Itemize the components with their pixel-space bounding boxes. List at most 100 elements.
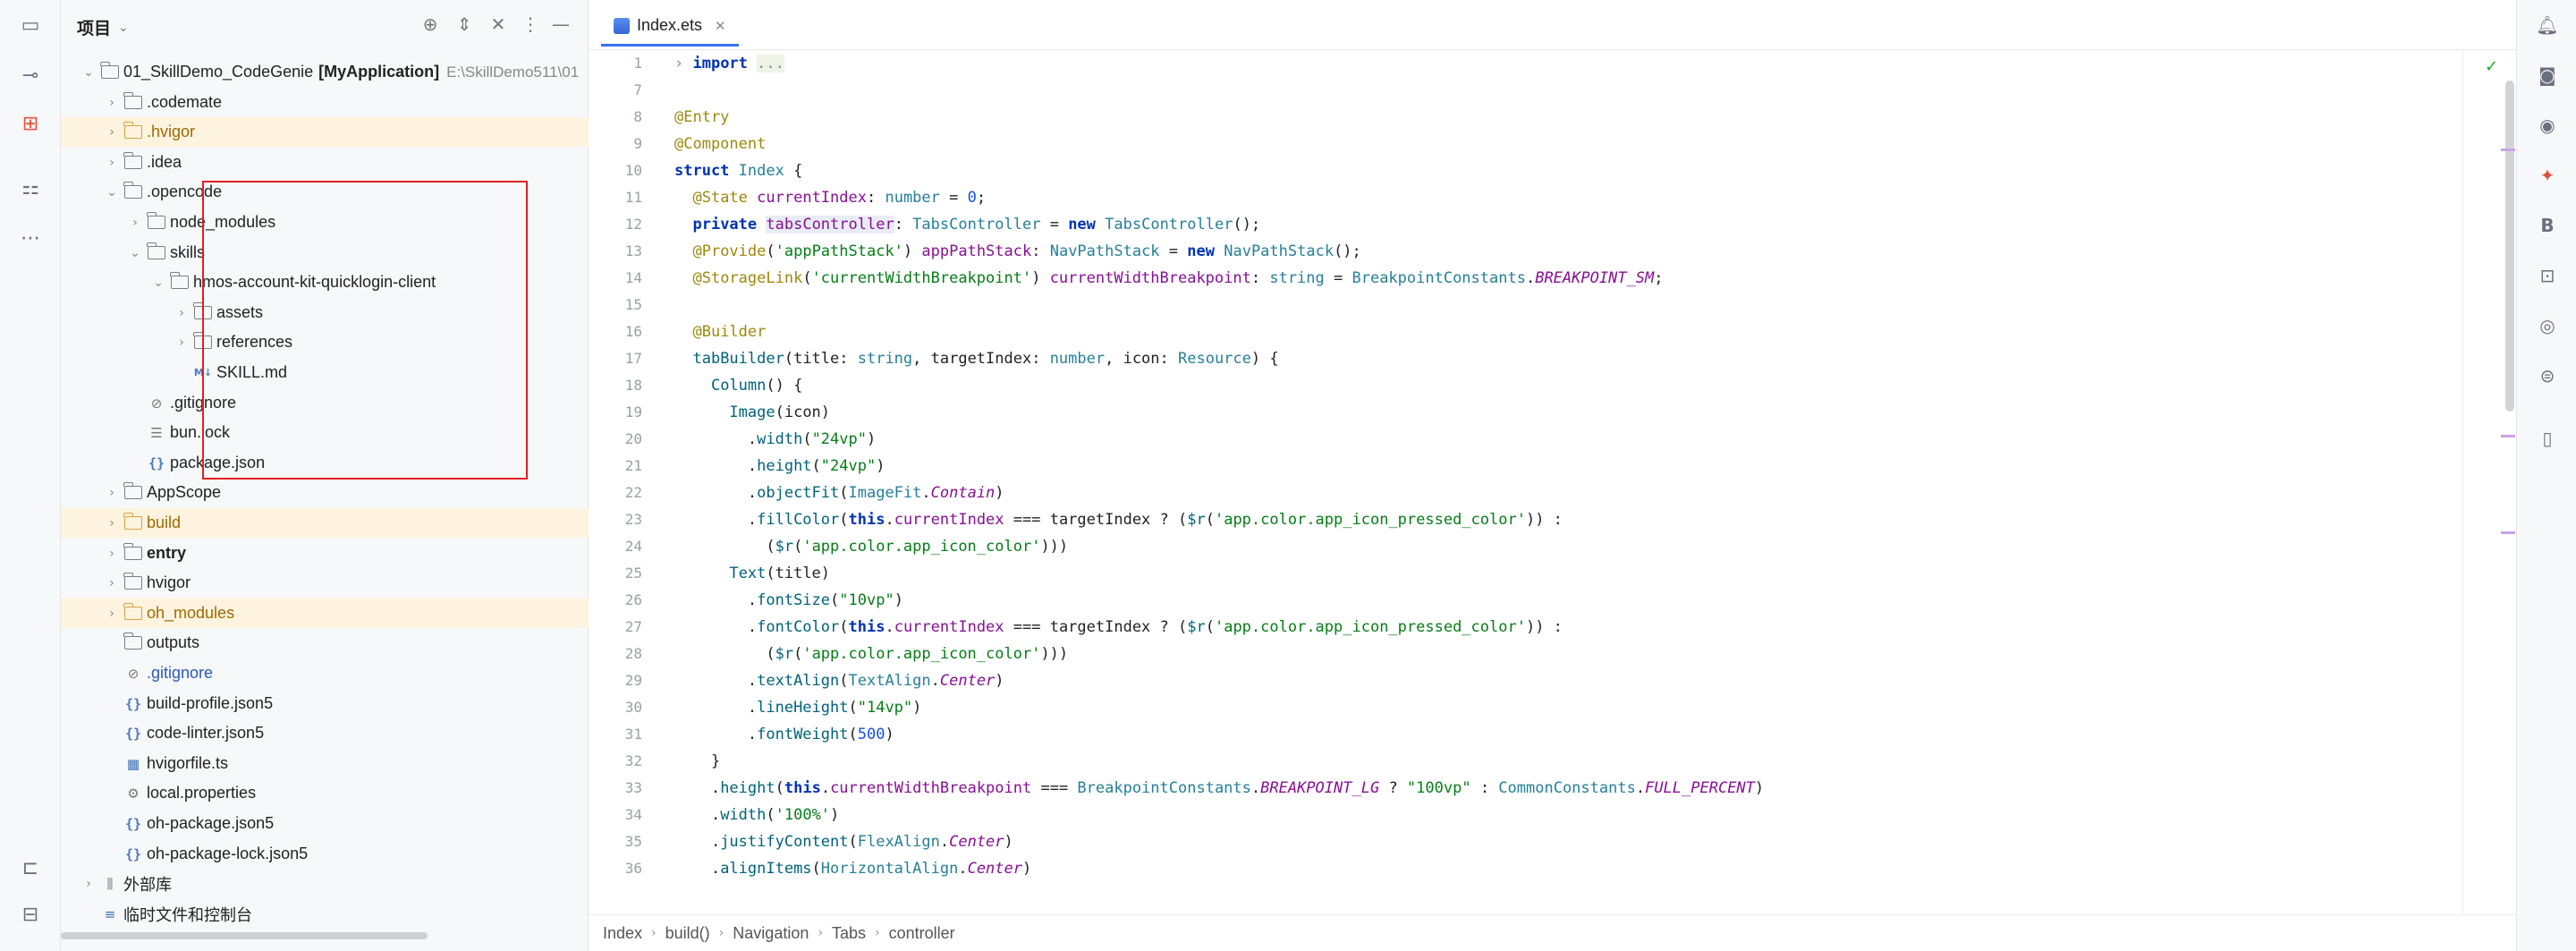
breadcrumb-item[interactable]: Tabs	[832, 924, 866, 943]
horizontal-scrollbar[interactable]	[61, 932, 428, 939]
chevron-right-icon[interactable]: ›	[174, 335, 190, 350]
breadcrumb-item[interactable]: build()	[665, 924, 710, 943]
device-icon[interactable]: ⊡	[2535, 263, 2560, 288]
chevron-right-icon[interactable]: ›	[104, 486, 120, 500]
tree-item[interactable]: › oh_modules	[61, 599, 589, 628]
line-number: 27	[624, 618, 642, 635]
chevron-down-icon[interactable]: ⌄	[150, 276, 166, 290]
tree-item[interactable]: ≡ 临时文件和控制台	[61, 899, 589, 929]
codegenie-icon[interactable]: ◙	[2535, 63, 2560, 88]
line-number: 29	[624, 672, 642, 689]
options-icon[interactable]: ⋮	[519, 13, 542, 36]
tree-item[interactable]: › AppScope	[61, 478, 589, 507]
emulator-icon[interactable]: ⊜	[2535, 363, 2560, 388]
hide-icon[interactable]: —	[549, 13, 572, 36]
line-number: 20	[624, 430, 642, 447]
folder-icon	[123, 152, 143, 171]
tree-item-label: oh-package-lock.json5	[147, 845, 309, 862]
tree-item[interactable]: outputs	[61, 628, 589, 658]
tree-item[interactable]: ⚙ local.properties	[61, 778, 589, 808]
tree-item[interactable]: ⌄ skills	[61, 238, 589, 267]
tree-item-label: .gitignore	[170, 394, 237, 412]
chevron-down-icon[interactable]: ⌄	[104, 185, 120, 200]
line-number: 35	[624, 833, 642, 850]
tree-item[interactable]: M↓ SKILL.md	[61, 358, 589, 387]
tree-item[interactable]: › .hvigor	[61, 117, 589, 147]
line-number: 13	[624, 242, 642, 259]
chevron-right-icon[interactable]: ›	[104, 547, 120, 561]
check-icon[interactable]: ✓	[2485, 57, 2498, 76]
close-icon[interactable]: ✕	[715, 18, 726, 34]
collapse-icon[interactable]: ✕	[487, 13, 510, 36]
tree-item-label: .codemate	[147, 93, 223, 111]
tree-item[interactable]: ⊘ .gitignore	[61, 388, 589, 418]
chevron-right-icon[interactable]: ›	[104, 607, 120, 621]
ai-icon[interactable]: ✦	[2535, 163, 2560, 188]
scroll-marker	[2501, 435, 2515, 437]
project-view-selector[interactable]: 项目 ⌄	[77, 15, 129, 39]
line-number: 30	[624, 699, 642, 716]
target-icon[interactable]: ⊕	[419, 13, 442, 36]
bold-b-icon[interactable]: B	[2535, 213, 2560, 238]
expand-icon[interactable]: ⇕	[453, 13, 476, 36]
folder-icon	[123, 633, 143, 651]
tree-item[interactable]: ⌄ 01_SkillDemo_CodeGenie [MyApplication] E:…	[61, 57, 589, 87]
folder-icon	[147, 212, 166, 231]
chevron-right-icon[interactable]: ›	[127, 216, 143, 230]
tab-label: Index.ets	[637, 16, 703, 34]
tree-item[interactable]: {} package.json	[61, 448, 589, 478]
chevron-right-icon[interactable]: ›	[174, 306, 190, 320]
layers-icon[interactable]: ⊟	[18, 902, 43, 927]
breadcrumb-item[interactable]: controller	[889, 924, 955, 943]
structure-icon[interactable]: ⊞	[18, 111, 43, 136]
tree-item[interactable]: {} build-profile.json5	[61, 689, 589, 718]
preview-icon[interactable]: ◉	[2535, 113, 2560, 138]
breadcrumb-separator: ›	[875, 926, 880, 940]
tree-item[interactable]: › hvigor	[61, 568, 589, 598]
breadcrumb: Index › build() › Navigation › Tabs › controller	[589, 914, 2516, 951]
notifications-icon[interactable]: 🔔︎	[2535, 13, 2560, 38]
tree-item-label: .idea	[147, 153, 182, 171]
tree-item[interactable]: › ⫼ 外部库	[61, 869, 589, 898]
tree-item[interactable]: › entry	[61, 539, 589, 568]
vertical-scrollbar[interactable]	[2505, 81, 2514, 412]
chevron-right-icon[interactable]: ›	[104, 96, 120, 110]
tree-item[interactable]: › references	[61, 327, 589, 357]
tree-item[interactable]: › assets	[61, 298, 589, 327]
tree-item[interactable]: ▦ hvigorfile.ts	[61, 749, 589, 778]
chevron-down-icon[interactable]: ⌄	[127, 246, 143, 260]
line-number: 23	[624, 511, 642, 528]
tree-item[interactable]: {} code-linter.json5	[61, 718, 589, 748]
breadcrumb-item[interactable]: Index	[603, 924, 642, 943]
chevron-right-icon[interactable]: ›	[104, 125, 120, 140]
run-icon[interactable]: ⊏	[18, 855, 43, 880]
tree-item-label: .opencode	[147, 183, 223, 200]
more-icon[interactable]: ⋯	[18, 225, 43, 250]
tree-item[interactable]: › .idea	[61, 148, 589, 177]
breadcrumb-item[interactable]: Navigation	[733, 924, 809, 943]
tree-item[interactable]: ⌄ hmos-account-kit-quicklogin-client	[61, 267, 589, 297]
chevron-right-icon[interactable]: ›	[104, 516, 120, 531]
tree-item[interactable]: {} oh-package.json5	[61, 809, 589, 838]
tab-index-ets[interactable]: Index.ets ✕	[601, 7, 739, 47]
scratches-icon: ≡	[104, 905, 116, 922]
chevron-right-icon[interactable]: ›	[104, 576, 120, 590]
bookmarks-icon[interactable]: ⚏	[18, 175, 43, 200]
folder-icon[interactable]: ▭	[18, 13, 43, 38]
line-number: 7	[633, 81, 642, 98]
inspector-icon[interactable]: ◎	[2535, 313, 2560, 338]
tree-item[interactable]: › node_modules	[61, 208, 589, 237]
commit-icon[interactable]: ⊸	[18, 63, 43, 88]
chevron-right-icon[interactable]: ›	[104, 156, 120, 170]
tree-item[interactable]: ☰ bun.lock	[61, 418, 589, 447]
tree-item[interactable]: › build	[61, 508, 589, 538]
tree-item[interactable]: {} oh-package-lock.json5	[61, 839, 589, 869]
text-file-icon: ☰	[150, 424, 163, 441]
line-number: 22	[624, 484, 642, 501]
tree-item[interactable]: ⊘ .gitignore	[61, 658, 589, 688]
chevron-right-icon[interactable]: ›	[80, 877, 97, 891]
phone-icon[interactable]: ▯	[2535, 426, 2560, 451]
tree-item[interactable]: ⌄ .opencode	[61, 177, 589, 207]
tree-item[interactable]: › .codemate	[61, 88, 589, 117]
chevron-down-icon[interactable]: ⌄	[80, 65, 97, 80]
